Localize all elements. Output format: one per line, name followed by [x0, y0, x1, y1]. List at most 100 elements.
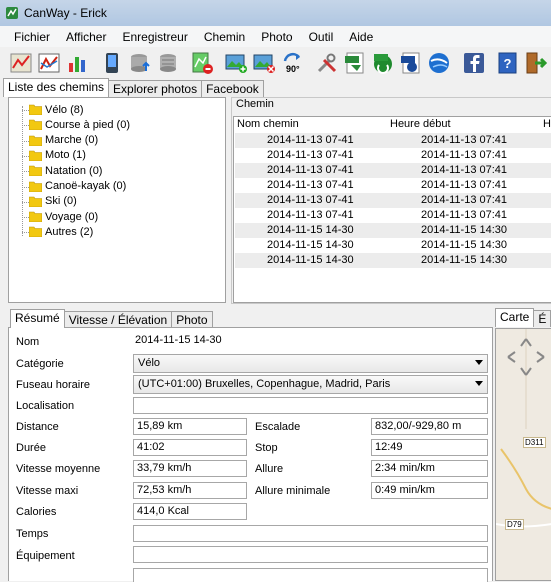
nom-field[interactable]: 2014-11-15 14-30	[133, 333, 488, 350]
stop-field[interactable]: 12:49	[371, 439, 488, 456]
vitesse-maxi-field[interactable]: 72,53 km/h	[133, 482, 247, 499]
allure-field[interactable]: 2:34 min/km	[371, 460, 488, 477]
fuseau-select[interactable]: (UTC+01:00) Bruxelles, Copenhague, Madri…	[133, 375, 488, 394]
menu-aide[interactable]: Aide	[341, 30, 381, 44]
table-row[interactable]: 2014-11-13 07-41 2014-11-13 07:41	[235, 163, 551, 178]
tree-item[interactable]: Natation (0)	[29, 163, 102, 178]
vitesse-moyenne-field[interactable]: 33,79 km/h	[133, 460, 247, 477]
table-row[interactable]: 2014-11-13 07-41 2014-11-13 07:41	[235, 178, 551, 193]
tree-item-label: Voyage (0)	[45, 210, 99, 223]
duree-label: Durée	[16, 442, 46, 454]
menu-enregistreur[interactable]: Enregistreur	[114, 30, 195, 44]
col-nom-chemin[interactable]: Nom chemin	[237, 118, 299, 130]
menu-afficher[interactable]: Afficher	[58, 30, 114, 44]
tree-item[interactable]: Marche (0)	[29, 133, 98, 148]
tree-item-label: Ski (0)	[45, 195, 77, 208]
tree-item[interactable]: Moto (1)	[29, 148, 86, 163]
tree-item[interactable]: Canoë-kayak (0)	[29, 179, 126, 194]
table-row[interactable]: 2014-11-13 07-41 2014-11-13 07:41	[235, 148, 551, 163]
tree-item-label: Canoë-kayak (0)	[45, 180, 127, 192]
table-row[interactable]: 2014-11-15 14-30 2014-11-15 14:30	[235, 253, 551, 268]
equipement-field[interactable]	[133, 546, 488, 563]
export-kml-icon[interactable]	[370, 50, 396, 77]
temps-field[interactable]	[133, 525, 488, 542]
table-row[interactable]: 2014-11-13 07-41 2014-11-13 07:41	[235, 193, 551, 208]
row-start: 2014-11-13 07:41	[421, 134, 508, 146]
calories-field[interactable]: 414,0 Kcal	[133, 503, 247, 520]
row-name: 2014-11-13 07-41	[267, 149, 354, 161]
chemin-list: Nom chemin Heure début H 2014-11-13 07-4…	[233, 116, 551, 303]
tab-carte[interactable]: Carte	[495, 308, 535, 327]
chemin-legend: Chemin	[234, 98, 276, 110]
menu-outil[interactable]: Outil	[301, 30, 342, 44]
temps-label: Temps	[16, 528, 49, 540]
exit-icon[interactable]	[523, 50, 549, 77]
folder-icon	[29, 135, 42, 146]
map-pan-control[interactable]	[504, 335, 548, 379]
nom-label: Nom	[16, 336, 40, 348]
tree-item-label: Moto (1)	[45, 149, 86, 162]
vitesse-moyenne-label: Vitesse moyenne	[16, 463, 101, 475]
menu-chemin[interactable]: Chemin	[196, 30, 253, 44]
allure-label: Allure	[255, 463, 284, 475]
export-kmz-icon[interactable]	[398, 50, 424, 77]
localisation-label: Localisation	[16, 400, 75, 412]
row-name: 2014-11-13 07-41	[267, 209, 354, 221]
menu-photo[interactable]: Photo	[253, 30, 300, 44]
tab-vitesse-elevation[interactable]: Vitesse / Élévation	[63, 311, 173, 328]
tab-resume[interactable]: Résumé	[10, 309, 65, 328]
allure-minimale-field[interactable]: 0:49 min/km	[371, 482, 488, 499]
export-gpx-icon[interactable]	[342, 50, 368, 77]
duree-field[interactable]: 41:02	[133, 439, 247, 456]
map-view[interactable]: D311 D79	[495, 328, 551, 581]
database-upload-icon[interactable]	[127, 50, 153, 77]
title-bar: CanWay - Erick	[0, 0, 551, 26]
table-row[interactable]: 2014-11-13 07-41 2014-11-13 07:41	[235, 133, 551, 148]
row-start: 2014-11-15 14:30	[421, 239, 508, 251]
stop-label: Stop	[255, 442, 278, 454]
category-tree: Vélo (8) Course à pied (0) Marche (0) Moto …	[8, 97, 226, 303]
line-chart-icon[interactable]	[36, 50, 62, 77]
map-chart-icon[interactable]	[8, 50, 34, 77]
tree-item[interactable]: Ski (0)	[29, 194, 77, 209]
col-h[interactable]: H	[543, 118, 551, 130]
tab-explorer-photos[interactable]: Explorer photos	[108, 80, 203, 97]
distance-field[interactable]: 15,89 km	[133, 418, 247, 435]
image-add-icon[interactable]	[223, 50, 249, 77]
table-row[interactable]: 2014-11-15 14-30 2014-11-15 14:30	[235, 238, 551, 253]
tab-photo[interactable]: Photo	[171, 311, 213, 328]
tree-item[interactable]: Vélo (8)	[29, 102, 84, 117]
extra-field[interactable]	[133, 568, 488, 582]
tree-connector	[22, 186, 29, 188]
tree-item[interactable]: Autres (2)	[29, 224, 93, 239]
tree-item[interactable]: Voyage (0)	[29, 209, 98, 224]
row-name: 2014-11-13 07-41	[267, 164, 354, 176]
google-earth-icon[interactable]	[426, 50, 452, 77]
table-row[interactable]: 2014-11-15 14-30 2014-11-15 14:30	[235, 223, 551, 238]
map-delete-icon[interactable]	[189, 50, 215, 77]
folder-icon	[29, 196, 42, 207]
facebook-icon[interactable]	[460, 50, 486, 77]
database-icon[interactable]	[155, 50, 181, 77]
categorie-select[interactable]: Vélo	[133, 354, 488, 373]
escalade-field[interactable]: 832,00/-929,80 m	[371, 418, 488, 435]
rotate-icon[interactable]: 90°	[279, 50, 305, 77]
detail-tabs: Résumé Vitesse / Élévation Photo	[10, 309, 213, 328]
fuseau-label: Fuseau horaire	[16, 379, 90, 391]
image-remove-icon[interactable]	[251, 50, 277, 77]
app-icon	[6, 7, 18, 19]
menu-fichier[interactable]: Fichier	[6, 30, 58, 44]
bar-chart-icon[interactable]	[64, 50, 90, 77]
tab-elevation-map[interactable]: É	[533, 310, 551, 327]
tab-liste-chemins[interactable]: Liste des chemins	[3, 78, 110, 97]
localisation-field[interactable]	[133, 397, 488, 414]
row-name: 2014-11-15 14-30	[267, 224, 354, 236]
table-row[interactable]: 2014-11-13 07-41 2014-11-13 07:41	[235, 208, 551, 223]
col-heure-debut[interactable]: Heure début	[390, 118, 451, 130]
row-start: 2014-11-13 07:41	[421, 164, 508, 176]
tools-icon[interactable]	[314, 50, 340, 77]
help-icon[interactable]: ?	[494, 50, 520, 77]
device-icon[interactable]	[98, 50, 124, 77]
tree-item[interactable]: Course à pied (0)	[29, 117, 130, 132]
tab-facebook[interactable]: Facebook	[201, 80, 264, 97]
